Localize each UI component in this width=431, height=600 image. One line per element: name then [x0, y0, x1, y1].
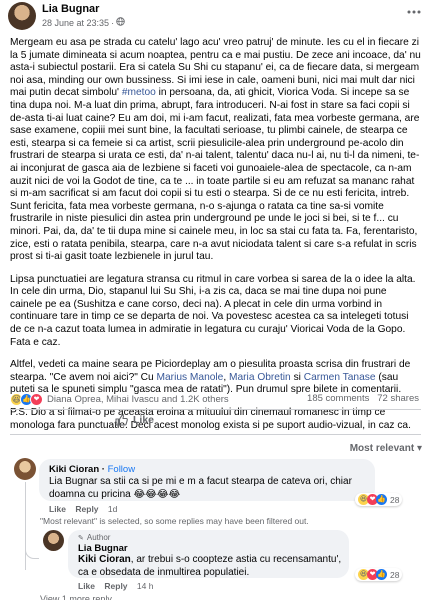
reply-reply-button[interactable]: Reply	[104, 581, 127, 591]
like-button[interactable]: Like	[115, 414, 154, 426]
meta-separator: ·	[111, 17, 115, 28]
reply-text: Kiki Cioran, ar trebui s-o coopteze asti…	[78, 554, 343, 579]
sort-label: Most relevant	[349, 443, 415, 454]
post-header: Lia Bugnar 28 June at 23:35 ·	[8, 2, 423, 32]
reply-bubble: ✎ Author Lia Bugnar Kiki Cioran, ar treb…	[68, 530, 349, 578]
author-badge-label: Author	[86, 533, 111, 542]
filter-note: "Most relevant" is selected, so some rep…	[40, 516, 309, 526]
reply-reaction-count: 28	[390, 569, 400, 580]
more-options-icon[interactable]	[407, 4, 421, 16]
reply-actions: Like Reply 14 h	[78, 581, 160, 591]
like-icon	[115, 414, 128, 426]
comment-bubble: Kiki Cioran · Follow Lia Bugnar sa stii …	[39, 459, 375, 501]
post-link[interactable]: Maria Obretin	[229, 372, 291, 383]
comments-count[interactable]: 185 comments	[307, 393, 369, 404]
comment-author-name[interactable]: Kiki Cioran	[49, 464, 99, 475]
reply-like-button[interactable]: Like	[78, 581, 95, 591]
thread-connector	[25, 482, 26, 570]
post-author-name[interactable]: Lia Bugnar	[42, 3, 99, 15]
author-avatar[interactable]	[8, 2, 36, 30]
like-reaction-icon: 👍	[376, 569, 387, 580]
comment-sort-dropdown[interactable]: Most relevant ▾	[350, 443, 422, 454]
follow-button[interactable]: Follow	[108, 464, 135, 475]
comment-reactions[interactable]: 😆 ❤ 👍 28	[355, 493, 403, 506]
post-paragraph: P.S. Dio a si filmat-o pe aceasta eroina…	[10, 407, 421, 432]
reaction-names[interactable]: Diana Oprea, Mihai Ivascu and 1.2K other…	[47, 394, 229, 405]
post-text: in persoana, da, ati ghicit, Viorica Vod…	[10, 87, 420, 263]
like-reaction-icon: 👍	[376, 494, 387, 505]
post-meta: 28 June at 23:35 ·	[42, 17, 125, 28]
view-more-replies-link[interactable]: View 1 more reply	[40, 594, 112, 600]
comment-reply-button[interactable]: Reply	[75, 504, 98, 514]
reply-author-avatar[interactable]	[43, 530, 64, 551]
comment-time[interactable]: 1d	[108, 504, 117, 514]
reaction-summary[interactable]: 😆 👍 ❤ Diana Oprea, Mihai Ivascu and 1.2K…	[10, 393, 229, 406]
reply-mention[interactable]: Kiki Cioran	[78, 554, 131, 565]
reply-time[interactable]: 14 h	[137, 581, 154, 591]
post-date[interactable]: 28 June at 23:35	[42, 18, 109, 28]
reply-author-name[interactable]: Lia Bugnar	[78, 543, 128, 554]
post-paragraph: Mergeam eu asa pe strada cu catelu' lago…	[10, 37, 421, 264]
comment-actions: Like Reply 1d	[49, 504, 124, 514]
post-link[interactable]: #metoo	[122, 87, 156, 98]
reply-reactions[interactable]: 😆 ❤ 👍 28	[355, 568, 403, 581]
post-text: P.S. Dio a si filmat-o pe aceasta eroina…	[10, 407, 411, 431]
comment-text: Lia Bugnar sa stii ca si pe mi e m a fac…	[49, 476, 352, 500]
post-link[interactable]: Carmen Tanase	[304, 372, 376, 383]
engagement-counts: 185 comments 72 shares	[307, 393, 419, 404]
pencil-icon: ✎	[78, 534, 84, 542]
globe-icon	[116, 17, 125, 28]
comment-like-button[interactable]: Like	[49, 504, 66, 514]
comment-author[interactable]: Kiki Cioran · Follow	[49, 464, 135, 475]
commenter-avatar[interactable]	[14, 458, 36, 480]
divider	[10, 434, 421, 435]
post-text: Lipsa punctuatiei are legatura stransa c…	[10, 273, 416, 348]
author-badge: ✎ Author	[78, 533, 110, 542]
post-stats: 😆 👍 ❤ Diana Oprea, Mihai Ivascu and 1.2K…	[10, 392, 421, 408]
thread-connector	[25, 545, 39, 559]
divider	[10, 409, 421, 410]
like-button-label: Like	[133, 414, 155, 426]
shares-count[interactable]: 72 shares	[377, 393, 419, 404]
post-body: Mergeam eu asa pe strada cu catelu' lago…	[10, 37, 421, 442]
post-link[interactable]: Marius Manole	[157, 372, 224, 383]
post-text: si	[290, 371, 304, 383]
post-paragraph: Lipsa punctuatiei are legatura stransa c…	[10, 274, 421, 350]
comment-reaction-count: 28	[390, 494, 400, 505]
love-reaction-icon: ❤	[30, 393, 43, 406]
chevron-down-icon: ▾	[416, 443, 422, 454]
